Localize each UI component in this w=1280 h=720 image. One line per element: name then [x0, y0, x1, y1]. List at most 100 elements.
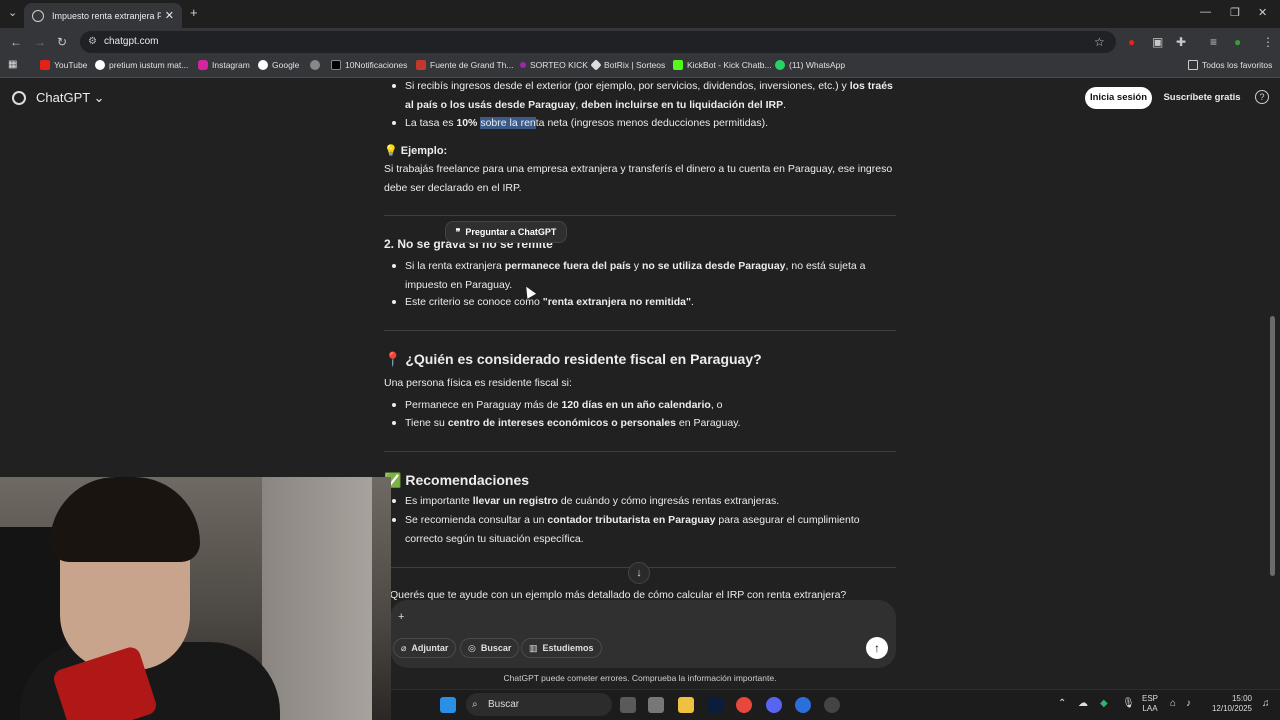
divider — [384, 330, 896, 331]
close-tab-icon[interactable]: ✕ — [165, 9, 174, 22]
scrollbar[interactable] — [1270, 316, 1275, 576]
x-icon — [331, 60, 341, 70]
message-composer[interactable] — [390, 600, 896, 668]
text-selection: sobre la ren — [480, 117, 536, 129]
ask-chatgpt-popup[interactable]: ❞ Preguntar a ChatGPT — [445, 221, 567, 243]
forward-icon[interactable]: → — [34, 35, 46, 49]
botrix-icon — [590, 59, 602, 71]
globe-icon: ◎ — [468, 642, 476, 653]
bookmark-globe[interactable] — [310, 60, 324, 70]
browser-tab-bar: ⌄ Impuesto renta extranjera Para ✕ + — ❐… — [0, 0, 1280, 28]
google-icon — [95, 60, 105, 70]
chevron-up-icon[interactable]: ⌃ — [1058, 698, 1066, 709]
kickbot-icon — [673, 60, 683, 70]
windows-start-icon[interactable] — [440, 697, 456, 713]
discord-icon[interactable] — [766, 697, 782, 713]
navigation-bar: ← → ↻ ⚙ chatgpt.com ☆ ● ▣ ✚ ≡ ● ⋮ — [0, 28, 1280, 56]
bookmark-star-icon[interactable]: ☆ — [1094, 35, 1105, 49]
extension-icon[interactable]: ▣ — [1152, 35, 1163, 49]
minimize-icon[interactable]: — — [1200, 6, 1211, 18]
app-blue-icon[interactable] — [795, 697, 811, 713]
more-menu-icon[interactable]: ⋮ — [1262, 35, 1274, 49]
app-gear-icon[interactable] — [824, 697, 840, 713]
list-item: Se recomienda consultar a un contador tr… — [392, 511, 895, 548]
help-icon[interactable]: ? — [1255, 90, 1269, 104]
resident-heading: 📍 ¿Quién es considerado residente fiscal… — [384, 351, 762, 367]
bookmark-notifications[interactable]: 10Notificaciones — [331, 60, 407, 70]
bookmark-whatsapp[interactable]: (11) WhatsApp — [775, 60, 845, 70]
language-indicator[interactable]: ESP LAA — [1142, 694, 1158, 714]
list-item: Si recibís ingresos desde el exterior (p… — [392, 77, 895, 114]
login-button[interactable]: Inicia sesión — [1085, 87, 1152, 109]
chevron-down-icon: ⌄ — [93, 90, 105, 105]
model-selector[interactable]: ChatGPT ⌄ — [36, 90, 104, 106]
resident-intro: Una persona física es residente fiscal s… — [384, 377, 572, 389]
google-icon — [258, 60, 268, 70]
list-item: Es importante llevar un registro de cuán… — [392, 492, 895, 511]
font-icon — [416, 60, 426, 70]
list-item: Permanece en Paraguay más de 120 días en… — [392, 396, 895, 415]
new-tab-icon[interactable]: + — [190, 5, 198, 20]
tab-list-chevron-icon[interactable]: ⌄ — [8, 6, 17, 19]
bookmark-grand-theft[interactable]: Fuente de Grand Th... — [416, 60, 513, 70]
notification-bell-icon[interactable]: ♫ — [1262, 698, 1270, 709]
search-button[interactable]: ◎ Buscar — [460, 638, 520, 658]
signup-button[interactable]: Suscríbete gratis — [1160, 87, 1244, 109]
all-bookmarks-folder[interactable]: Todos los favoritos — [1188, 60, 1272, 70]
cloud-icon[interactable]: ☁ — [1078, 698, 1088, 709]
list-item: La tasa es 10% sobre la renta neta (ingr… — [392, 114, 895, 133]
reading-list-icon[interactable]: ≡ — [1210, 35, 1217, 49]
divider — [384, 451, 896, 452]
site-info-icon[interactable]: ⚙ — [88, 31, 97, 53]
back-icon[interactable]: ← — [10, 35, 22, 49]
send-button[interactable]: ↑ — [866, 637, 888, 659]
bookmark-botrix[interactable]: BotRix | Sorteos — [590, 59, 665, 71]
instagram-icon — [198, 60, 208, 70]
microphone-icon[interactable]: 🎙 — [1122, 698, 1135, 709]
webcam-background-door — [262, 477, 372, 720]
volume-icon[interactable]: ♪ — [1186, 698, 1191, 709]
browser-tab[interactable]: Impuesto renta extranjera Para ✕ — [24, 3, 182, 28]
list-item: Tiene su centro de intereses económicos … — [392, 414, 895, 433]
profile-avatar-icon[interactable]: ● — [1234, 35, 1241, 49]
folder-icon — [1188, 60, 1198, 70]
chrome-icon[interactable] — [736, 697, 752, 713]
file-explorer-icon[interactable] — [678, 697, 694, 713]
app-icon[interactable] — [648, 697, 664, 713]
example-heading: 💡 Ejemplo: — [384, 145, 448, 157]
list-item: Si la renta extranjera permanece fuera d… — [392, 257, 895, 294]
bookmark-youtube[interactable]: YouTube — [40, 60, 87, 70]
quote-icon: ❞ — [455, 226, 461, 237]
bookmark-kickbot[interactable]: KickBot - Kick Chatb... — [673, 60, 772, 70]
lightbulb-icon: 💡 — [384, 145, 398, 157]
bookmark-sorteo-kick[interactable]: SORTEO KICK — [520, 60, 588, 70]
extension-red-icon[interactable]: ● — [1128, 35, 1135, 49]
taskbar-search[interactable]: ⌕ Buscar — [466, 693, 612, 716]
scroll-down-button[interactable]: ↓ — [628, 562, 650, 584]
reload-icon[interactable]: ↻ — [57, 35, 67, 49]
webcam-person-hair — [50, 477, 200, 562]
network-icon[interactable]: ⌂ — [1170, 698, 1176, 709]
attach-button[interactable]: ⌀ Adjuntar — [393, 638, 457, 658]
clock[interactable]: 15:00 12/10/2025 — [1206, 694, 1252, 714]
task-view-icon[interactable] — [620, 697, 636, 713]
globe-icon — [310, 60, 320, 70]
dot-icon — [520, 62, 526, 68]
paperclip-icon: ⌀ — [401, 642, 407, 653]
close-window-icon[interactable]: ✕ — [1258, 6, 1267, 19]
tray-app-icon[interactable]: ◆ — [1100, 698, 1108, 709]
plus-icon[interactable]: + — [398, 611, 404, 623]
study-button[interactable]: ▥ Estudiemos — [521, 638, 602, 658]
address-bar[interactable]: ⚙ chatgpt.com — [80, 31, 1116, 53]
extensions-puzzle-icon[interactable]: ✚ — [1176, 35, 1186, 49]
divider — [384, 215, 896, 216]
bookmark-google[interactable]: Google — [258, 60, 299, 70]
search-icon: ⌕ — [472, 699, 478, 710]
maximize-icon[interactable]: ❐ — [1230, 6, 1240, 19]
youtube-icon — [40, 60, 50, 70]
bookmark-instagram[interactable]: Instagram — [198, 60, 250, 70]
list-item: Este criterio se conoce como "renta extr… — [392, 293, 895, 312]
photoshop-icon[interactable] — [707, 697, 723, 713]
apps-grid-icon[interactable]: ▦ — [8, 59, 17, 70]
bookmark-pretium[interactable]: pretium iustum mat... — [95, 60, 188, 70]
